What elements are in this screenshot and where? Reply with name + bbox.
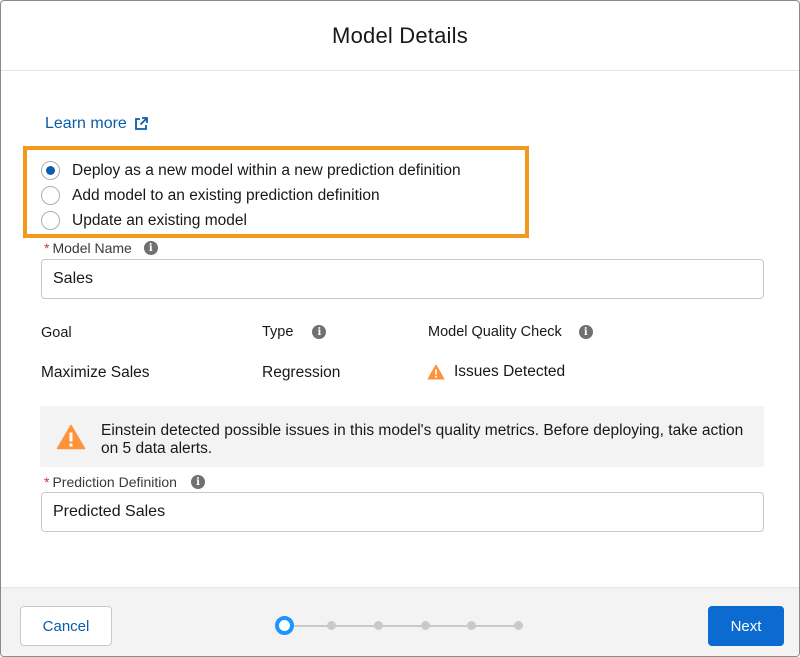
model-name-input[interactable] xyxy=(41,259,764,299)
model-details-modal: Model Details Learn more Deploy as a new… xyxy=(0,0,800,657)
info-icon[interactable]: i xyxy=(190,475,205,489)
modal-header: Model Details xyxy=(1,1,799,71)
goal-label: Goal xyxy=(41,325,72,341)
info-icon[interactable]: i xyxy=(312,325,327,339)
warning-icon xyxy=(427,364,445,380)
progress-step-active[interactable] xyxy=(275,616,294,635)
radio-button-selected[interactable] xyxy=(41,161,60,180)
radio-option-existing-definition[interactable]: Add model to an existing prediction defi… xyxy=(41,186,380,205)
quality-warning-banner: Einstein detected possible issues in thi… xyxy=(40,406,764,467)
model-name-label: * Model Name i xyxy=(44,240,158,256)
warning-message: Einstein detected possible issues in thi… xyxy=(101,422,744,457)
progress-step[interactable] xyxy=(327,621,336,630)
info-icon[interactable]: i xyxy=(143,241,158,255)
progress-step[interactable] xyxy=(467,621,476,630)
radio-option-label: Add model to an existing prediction defi… xyxy=(72,186,380,204)
progress-step[interactable] xyxy=(374,621,383,630)
external-link-icon xyxy=(133,116,149,132)
modal-title: Model Details xyxy=(332,22,468,48)
warning-icon xyxy=(56,424,86,455)
radio-option-update-model[interactable]: Update an existing model xyxy=(41,211,247,230)
type-value: Regression xyxy=(262,364,341,381)
radio-option-label: Update an existing model xyxy=(72,211,247,229)
prediction-definition-input[interactable] xyxy=(41,492,764,532)
deploy-options-group: Deploy as a new model within a new predi… xyxy=(23,146,529,238)
required-marker: * xyxy=(44,474,50,490)
modal-footer: Cancel Next xyxy=(1,587,799,656)
radio-button[interactable] xyxy=(41,211,60,230)
progress-track xyxy=(285,625,520,627)
quality-check-label: Model Quality Check i xyxy=(428,324,593,340)
learn-more-link[interactable]: Learn more xyxy=(45,115,149,133)
radio-option-label: Deploy as a new model within a new predi… xyxy=(72,161,461,179)
radio-option-new-definition[interactable]: Deploy as a new model within a new predi… xyxy=(41,161,461,180)
goal-value: Maximize Sales xyxy=(41,364,150,381)
progress-indicator xyxy=(275,616,525,636)
progress-step[interactable] xyxy=(421,621,430,630)
radio-button[interactable] xyxy=(41,186,60,205)
type-label: Type i xyxy=(262,324,327,340)
info-icon[interactable]: i xyxy=(578,325,593,339)
prediction-definition-label: * Prediction Definition i xyxy=(44,474,205,490)
learn-more-label: Learn more xyxy=(45,115,127,132)
quality-check-value: Issues Detected xyxy=(427,363,565,381)
next-button[interactable]: Next xyxy=(708,606,784,646)
progress-step[interactable] xyxy=(514,621,523,630)
cancel-button[interactable]: Cancel xyxy=(20,606,112,646)
required-marker: * xyxy=(44,240,50,256)
